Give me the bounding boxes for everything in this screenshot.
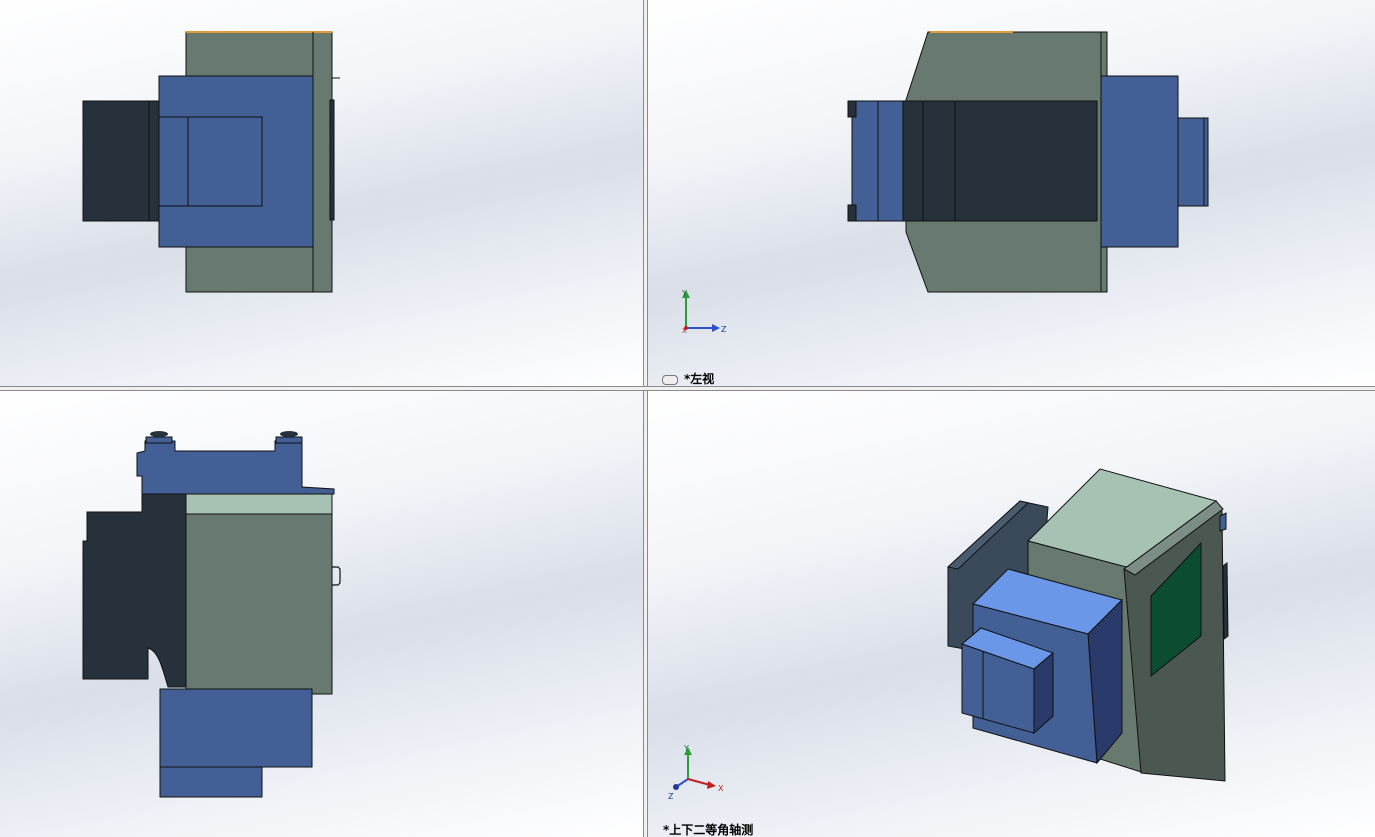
triad-y-label: Y [683,744,689,753]
view-name-text: *左视 [684,372,715,386]
triad-z-label: Z [668,792,674,801]
coordinate-triad: Y Z X [681,289,727,335]
triad-y-label: Y [681,289,687,298]
triad-x-label: X [682,327,687,335]
triad-x-label: X [718,784,724,793]
triad-z-label: Z [721,325,727,334]
viewport-top-right[interactable]: Y Z X *左视 [648,0,1375,386]
viewport-top-left[interactable] [0,0,643,386]
link-views-icon[interactable] [662,374,678,385]
viewport-label-iso-view: *上下二等角轴测 [663,823,754,837]
coordinate-triad-iso: Y Z X [668,744,724,801]
model-view-left [847,31,1209,293]
viewport-label-left-view: *左视 [662,370,714,386]
model-view-bottom-left [82,431,341,798]
model-view-top-left [82,31,340,293]
viewport-bottom-right[interactable]: Y Z X *上下二等角轴测 [648,391,1375,837]
model-view-isometric [946,468,1229,782]
viewport-bottom-left[interactable] [0,391,643,837]
